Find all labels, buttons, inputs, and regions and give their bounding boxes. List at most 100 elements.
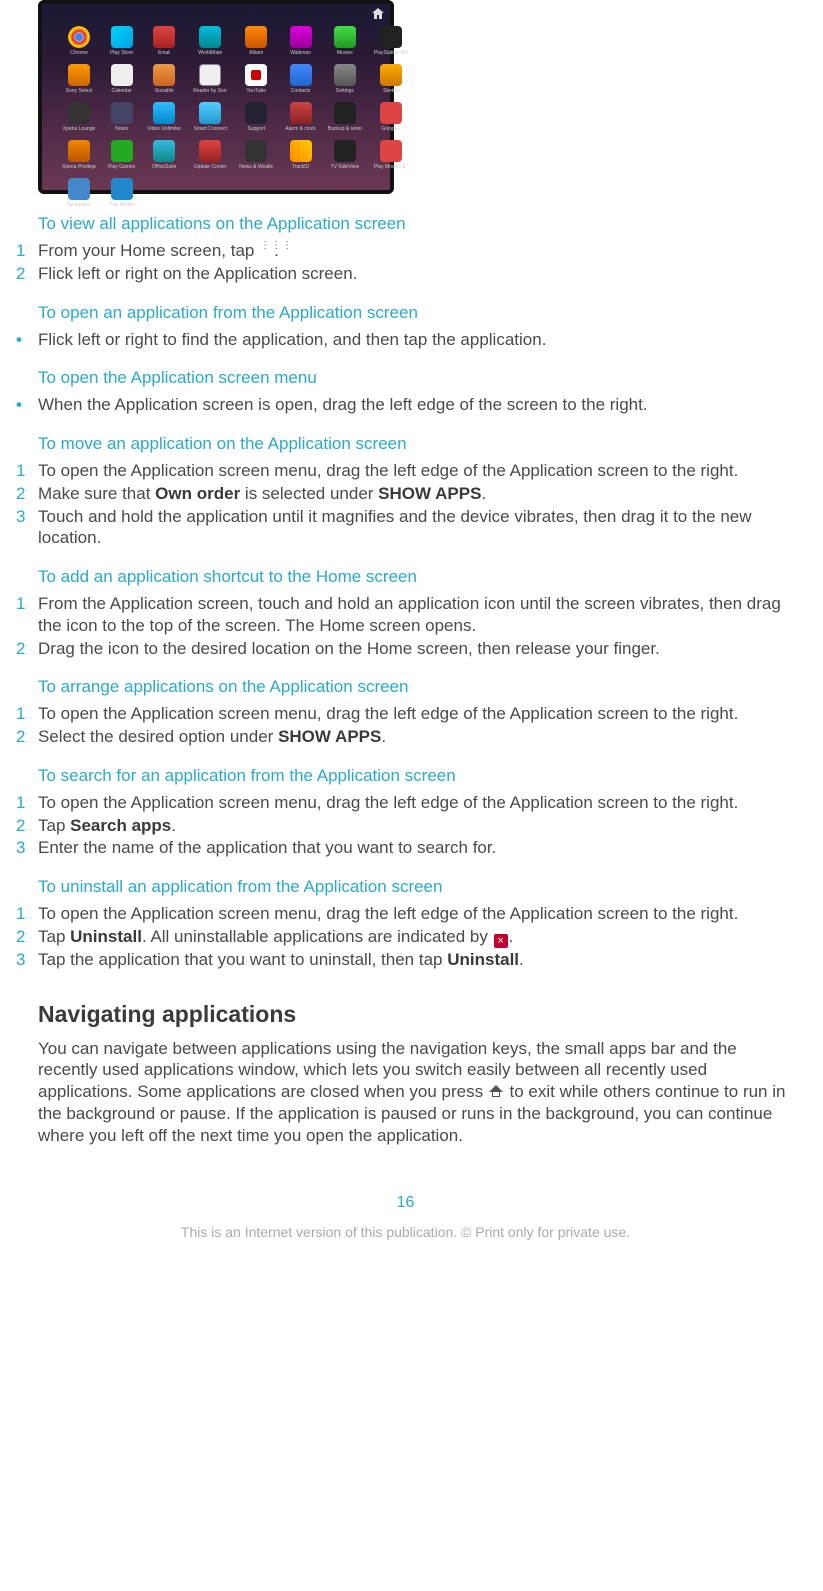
step-number: 2 bbox=[16, 815, 38, 837]
step-text: Touch and hold the application until it … bbox=[38, 506, 795, 550]
sub-heading-add-shortcut: To add an application shortcut to the Ho… bbox=[38, 567, 795, 587]
step-number: 2 bbox=[16, 483, 38, 505]
bold-text: Own order bbox=[155, 484, 240, 503]
app-icon bbox=[380, 102, 402, 124]
app-icon bbox=[334, 140, 356, 162]
step-text: Select the desired option under SHOW APP… bbox=[38, 726, 795, 748]
step-number: 2 bbox=[16, 726, 38, 748]
step-number: 1 bbox=[16, 792, 38, 814]
app-cell: Notes bbox=[108, 102, 135, 132]
tablet-screenshot: ChromePlay StoreEmailWorldMateAlbumWalkm… bbox=[38, 0, 795, 194]
app-label: Play Store bbox=[110, 50, 133, 56]
bullet-row: • Flick left or right to find the applic… bbox=[16, 329, 795, 351]
step-text: Flick left or right on the Application s… bbox=[38, 263, 795, 285]
app-label: Support bbox=[247, 126, 265, 132]
step-text: Tap the application that you want to uni… bbox=[38, 949, 795, 971]
app-label: Navigation bbox=[67, 202, 91, 208]
home-icon bbox=[372, 8, 384, 22]
app-cell: Backup & restore bbox=[328, 102, 362, 132]
sub-heading-arrange: To arrange applications on the Applicati… bbox=[38, 677, 795, 697]
step-row: 2 Make sure that Own order is selected u… bbox=[16, 483, 795, 505]
step-row: 1 To open the Application screen menu, d… bbox=[16, 703, 795, 725]
app-label: YouTube bbox=[246, 88, 266, 94]
app-cell: Sony Select bbox=[62, 64, 96, 94]
app-icon bbox=[199, 102, 221, 124]
app-icon bbox=[380, 26, 402, 48]
page-number: 16 bbox=[16, 1194, 795, 1212]
app-label: Play Movies & TV bbox=[374, 164, 408, 170]
app-label: Smart Connect bbox=[194, 126, 227, 132]
step-number: 1 bbox=[16, 703, 38, 725]
step-number: 2 bbox=[16, 263, 38, 285]
bullet-text: Flick left or right to find the applicat… bbox=[38, 329, 795, 351]
step-number: 2 bbox=[16, 638, 38, 660]
app-icon bbox=[290, 102, 312, 124]
app-label: Sketch bbox=[383, 88, 398, 94]
tablet-frame: ChromePlay StoreEmailWorldMateAlbumWalkm… bbox=[38, 0, 394, 194]
text: . bbox=[171, 816, 176, 835]
app-cell: Contacts bbox=[285, 64, 316, 94]
bold-text: Uninstall bbox=[70, 927, 142, 946]
app-cell: WorldMate bbox=[193, 26, 227, 56]
app-cell: Reader by Sony bbox=[193, 64, 227, 94]
app-grid: ChromePlay StoreEmailWorldMateAlbumWalkm… bbox=[62, 26, 370, 208]
apps-grid-icon bbox=[260, 244, 273, 257]
app-label: Play Books bbox=[109, 202, 134, 208]
app-cell: Alarm & clock bbox=[285, 102, 316, 132]
step-text: Drag the icon to the desired location on… bbox=[38, 638, 795, 660]
step-number: 3 bbox=[16, 837, 38, 859]
step-text: Tap Uninstall. All uninstallable applica… bbox=[38, 926, 795, 948]
app-cell: Settings bbox=[328, 64, 362, 94]
app-label: PlayStation Mobile bbox=[374, 50, 408, 56]
app-icon bbox=[111, 102, 133, 124]
bold-text: Search apps bbox=[70, 816, 171, 835]
step-text: Make sure that Own order is selected und… bbox=[38, 483, 795, 505]
step-row: 3 Enter the name of the application that… bbox=[16, 837, 795, 859]
app-label: Email bbox=[158, 50, 171, 56]
step-text: To open the Application screen menu, dra… bbox=[38, 903, 795, 925]
app-label: OfficeSuite bbox=[152, 164, 176, 170]
app-cell: News & Weather bbox=[239, 140, 273, 170]
sub-heading-move-app: To move an application on the Applicatio… bbox=[38, 434, 795, 454]
text: Select the desired option under bbox=[38, 727, 278, 746]
app-icon bbox=[153, 26, 175, 48]
app-cell: Movies bbox=[328, 26, 362, 56]
app-icon bbox=[334, 26, 356, 48]
app-icon bbox=[290, 26, 312, 48]
step-text: To open the Application screen menu, dra… bbox=[38, 460, 795, 482]
app-icon bbox=[111, 140, 133, 162]
app-icon bbox=[68, 102, 90, 124]
page-content: ChromePlay StoreEmailWorldMateAlbumWalkm… bbox=[0, 0, 823, 1240]
app-icon bbox=[111, 64, 133, 86]
step-row: 2 Drag the icon to the desired location … bbox=[16, 638, 795, 660]
step-text: To open the Application screen menu, dra… bbox=[38, 703, 795, 725]
app-cell: Xperia Lounge bbox=[62, 102, 96, 132]
step-number: 1 bbox=[16, 593, 38, 615]
app-label: Chrome bbox=[70, 50, 88, 56]
step-text: Tap Search apps. bbox=[38, 815, 795, 837]
app-label: Reader by Sony bbox=[193, 88, 227, 94]
step-number: 3 bbox=[16, 949, 38, 971]
app-icon bbox=[68, 140, 90, 162]
step-text: From your Home screen, tap . bbox=[38, 240, 795, 262]
bullet-mark: • bbox=[16, 394, 38, 416]
app-icon bbox=[153, 140, 175, 162]
step-text: Enter the name of the application that y… bbox=[38, 837, 795, 859]
app-label: Video Unlimited bbox=[147, 126, 181, 132]
step-row: 2 Tap Search apps. bbox=[16, 815, 795, 837]
app-cell: PlayStation Mobile bbox=[374, 26, 408, 56]
home-button-icon bbox=[489, 1085, 504, 1098]
bold-text: SHOW APPS bbox=[278, 727, 381, 746]
app-label: Update Center bbox=[194, 164, 227, 170]
app-icon bbox=[290, 64, 312, 86]
app-icon bbox=[68, 64, 90, 86]
text: . bbox=[509, 927, 514, 946]
text: is selected under bbox=[240, 484, 378, 503]
app-label: Sony Select bbox=[66, 88, 93, 94]
app-icon bbox=[334, 64, 356, 86]
app-cell: OfficeSuite bbox=[147, 140, 181, 170]
app-label: TV SideView bbox=[331, 164, 360, 170]
sub-heading-open-app: To open an application from the Applicat… bbox=[38, 303, 795, 323]
app-label: Alarm & clock bbox=[285, 126, 316, 132]
bullet-mark: • bbox=[16, 329, 38, 351]
